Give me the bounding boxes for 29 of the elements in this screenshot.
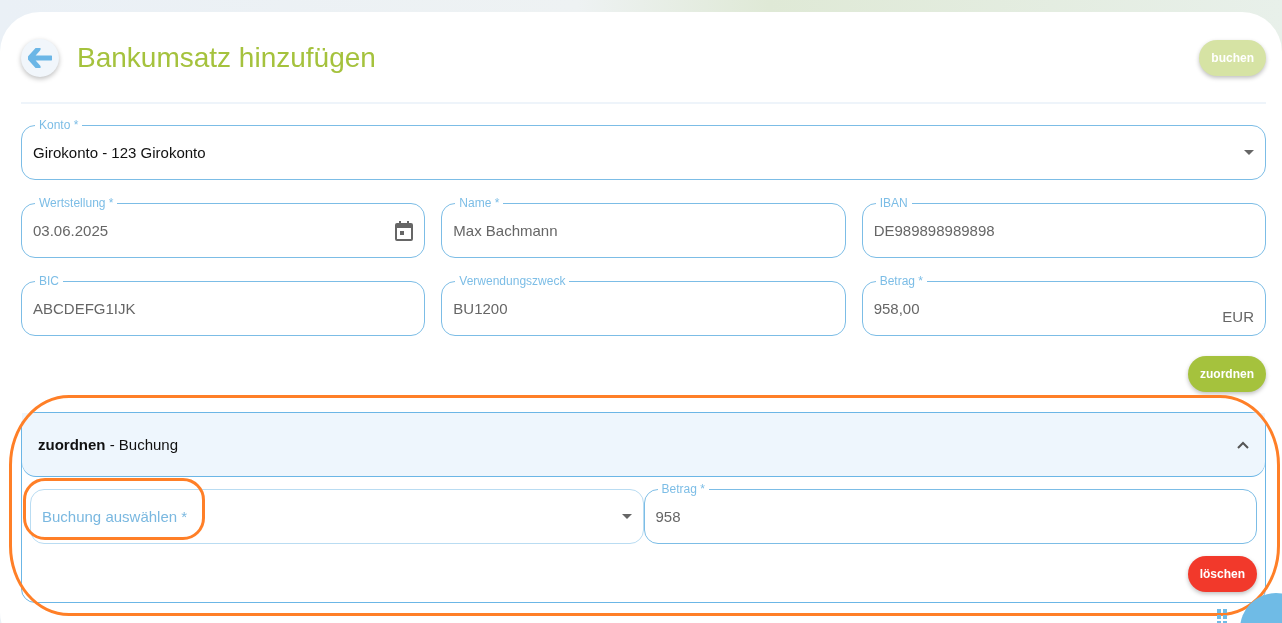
field-label: Betrag * <box>875 274 927 288</box>
field-value: DE989898989898 <box>873 222 996 239</box>
dropdown-caret-icon <box>1244 150 1254 155</box>
field-label: Konto * <box>35 118 83 132</box>
panel-title: zuordnen - Buchung <box>38 436 179 453</box>
field-label: BIC <box>35 274 63 288</box>
delete-button[interactable]: löschen <box>1187 556 1257 592</box>
field-value: BU1200 <box>453 300 509 317</box>
field-label: Name * <box>455 196 504 210</box>
dropdown-caret-icon <box>621 514 632 519</box>
calendar-icon[interactable] <box>395 220 414 241</box>
field-value: Girokonto - 123 Girokonto <box>33 144 207 161</box>
grid-dots-icon[interactable] <box>1217 609 1227 623</box>
back-button[interactable] <box>21 39 59 77</box>
field-value: 03.06.2025 <box>33 222 110 239</box>
field-value: ABCDEFG1IJK <box>33 300 137 317</box>
field-label: Wertstellung * <box>35 196 118 210</box>
back-arrow-icon <box>28 48 52 68</box>
chevron-up-icon[interactable] <box>1237 440 1249 449</box>
field-value: 958 <box>655 508 682 525</box>
page-title: Bankumsatz hinzufügen <box>77 42 377 74</box>
field-value: 958,00 <box>873 300 921 317</box>
currency-suffix: EUR <box>1222 308 1254 327</box>
field-label: Verwendungszweck <box>455 274 570 288</box>
field-value: Max Bachmann <box>453 222 559 239</box>
field-label: Betrag * <box>657 482 709 496</box>
field-placeholder: Buchung auswählen * <box>42 508 189 525</box>
panel-header[interactable]: zuordnen - Buchung <box>22 413 1265 476</box>
field-label: IBAN <box>875 196 912 210</box>
